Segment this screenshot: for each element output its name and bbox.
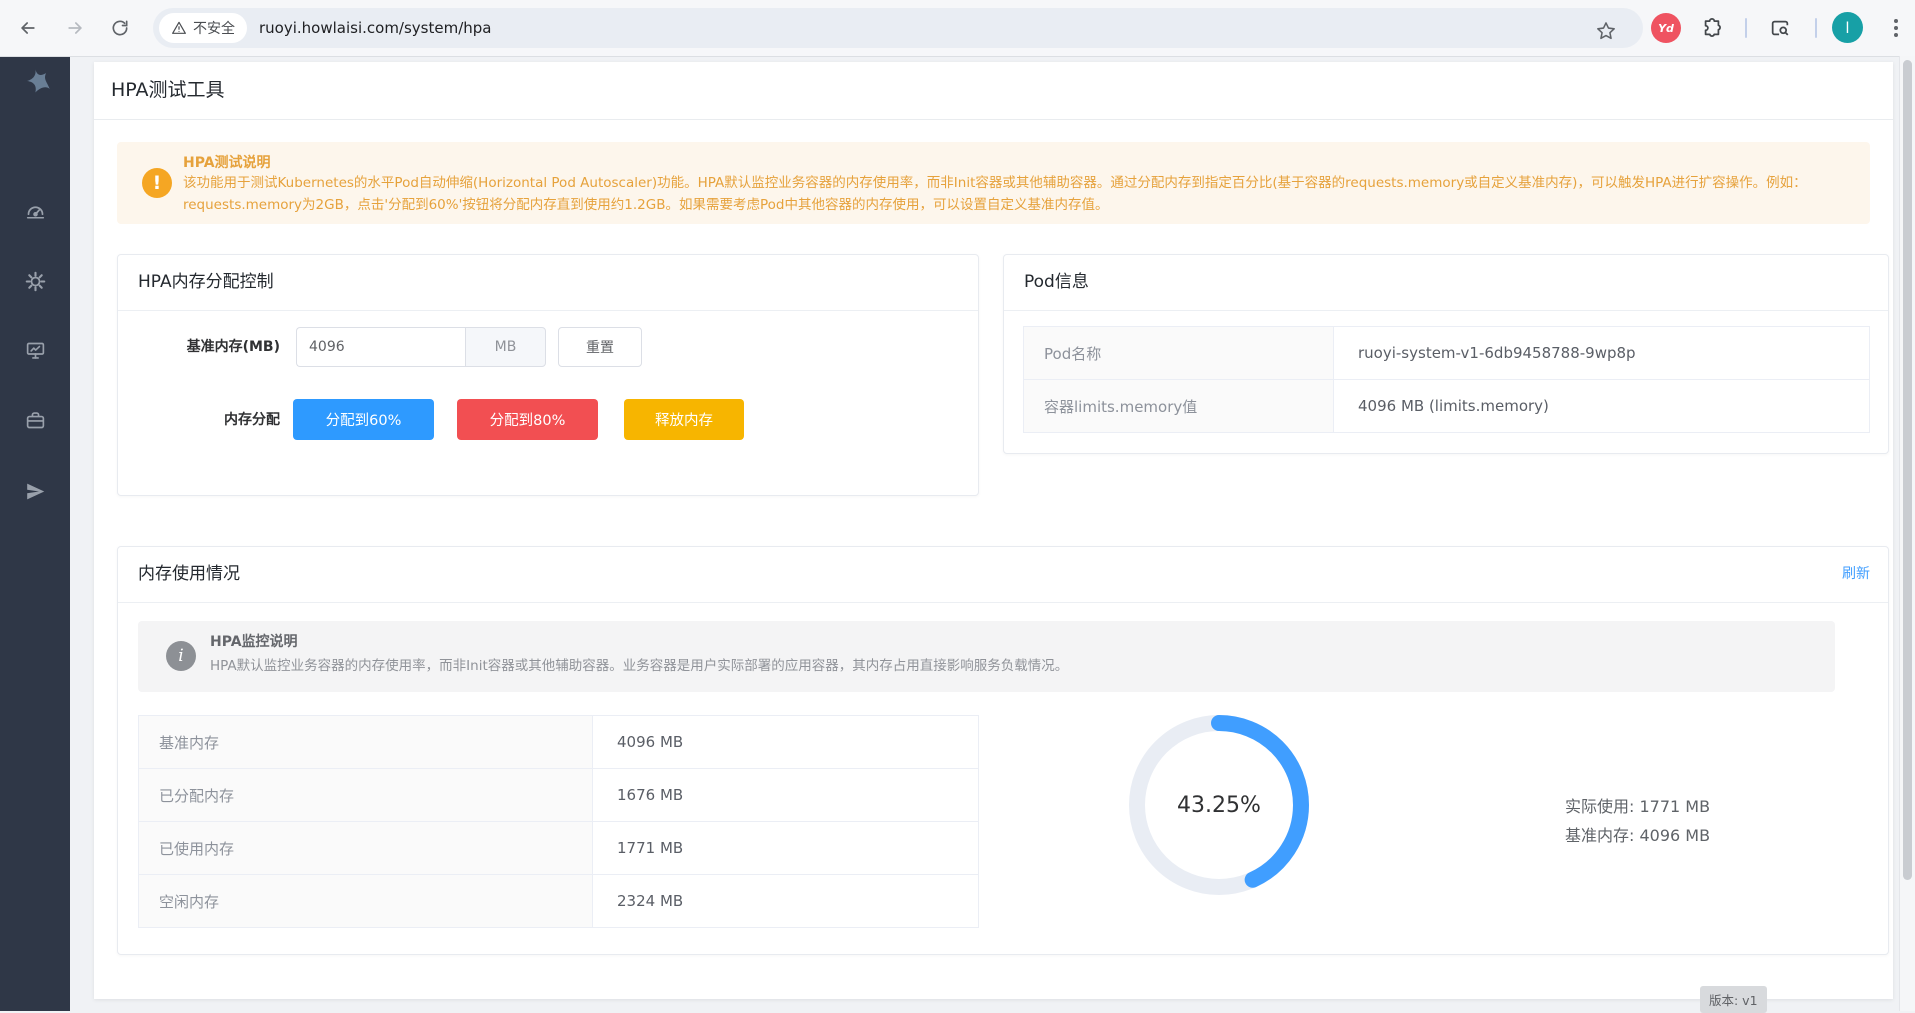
sidebar-item-settings[interactable]	[24, 270, 46, 292]
browser-scrollbar[interactable]	[1899, 56, 1915, 1011]
pod-info-table: Pod名称 ruoyi-system-v1-6db9458788-9wp8p 容…	[1023, 326, 1870, 433]
legend-base-memory: 基准内存: 4096 MB	[1565, 821, 1710, 850]
reload-button[interactable]	[105, 13, 135, 43]
pod-info-card: Pod信息 Pod名称 ruoyi-system-v1-6db9458788-9…	[1003, 254, 1889, 454]
site-security-chip[interactable]: 不安全	[159, 13, 247, 43]
info-circle-icon: i	[166, 641, 196, 671]
kebab-icon	[1894, 19, 1898, 23]
version-badge: 版本: v1	[1700, 986, 1767, 1013]
forward-icon	[65, 18, 85, 38]
panel-header: HPA测试工具	[94, 62, 1893, 120]
app-sidebar	[0, 56, 70, 1011]
browser-toolbar: 不安全 ruoyi.howlaisi.com/system/hpa Yd l	[0, 0, 1915, 57]
browser-menu-button[interactable]	[1888, 15, 1904, 41]
warning-triangle-icon	[171, 20, 187, 36]
gauge-legend: 实际使用: 1771 MB 基准内存: 4096 MB	[1565, 792, 1710, 850]
sidebar-item-projects[interactable]	[24, 409, 46, 431]
hpa-warning-alert: ! HPA测试说明 该功能用于测试Kubernetes的水平Pod自动伸缩(Ho…	[117, 142, 1870, 224]
table-row: 已分配内存 1676 MB	[139, 769, 978, 822]
page-search-icon	[1769, 17, 1791, 39]
pod-info-title: Pod信息	[1024, 255, 1089, 310]
memory-usage-title: 内存使用情况	[138, 547, 240, 602]
extensions-button[interactable]	[1698, 14, 1726, 42]
memory-control-title: HPA内存分配控制	[138, 255, 274, 310]
info-title: HPA监控说明	[210, 631, 298, 651]
limits-memory-label: 容器limits.memory值	[1024, 380, 1334, 432]
memory-control-card: HPA内存分配控制 基准内存(MB) MB 重置 内存分配 分配到60% 分配到…	[117, 254, 979, 496]
reset-button[interactable]: 重置	[558, 327, 642, 367]
table-row: 空闲内存 2324 MB	[139, 875, 978, 928]
memory-usage-gauge: 43.25%	[1119, 705, 1319, 905]
table-row: 容器limits.memory值 4096 MB (limits.memory)	[1024, 380, 1869, 433]
base-memory-label: 基准内存(MB)	[118, 337, 280, 357]
hpa-monitor-info-alert: i HPA监控说明 HPA默认监控业务容器的内存使用率，而非Init容器或其他辅…	[138, 621, 1835, 692]
puzzle-icon	[1701, 17, 1723, 39]
sidebar-item-monitor[interactable]	[24, 339, 46, 361]
back-icon	[18, 18, 38, 38]
allocated-memory-row-value: 1676 MB	[593, 769, 978, 821]
base-memory-row-value: 4096 MB	[593, 716, 978, 768]
url-text[interactable]: ruoyi.howlaisi.com/system/hpa	[259, 19, 492, 37]
gauge-percent-label: 43.25%	[1119, 705, 1319, 905]
extension-yd-button[interactable]: Yd	[1651, 13, 1681, 43]
bookmark-button[interactable]	[1591, 16, 1621, 46]
memory-usage-header: 内存使用情况 刷新	[118, 547, 1888, 603]
sidebar-item-send[interactable]	[24, 480, 46, 502]
sidebar-item-dashboard[interactable]	[24, 201, 46, 223]
allocate-60-button[interactable]: 分配到60%	[293, 399, 434, 440]
app-logo[interactable]	[16, 64, 54, 102]
profile-avatar[interactable]: l	[1832, 12, 1863, 43]
scrollbar-thumb[interactable]	[1903, 60, 1912, 880]
address-bar[interactable]: 不安全 ruoyi.howlaisi.com/system/hpa	[153, 8, 1643, 48]
security-label: 不安全	[193, 18, 235, 38]
kebab-icon	[1894, 26, 1898, 30]
back-button[interactable]	[13, 13, 43, 43]
star-icon	[1595, 20, 1617, 42]
info-body: HPA默认监控业务容器的内存使用率，而非Init容器或其他辅助容器。业务容器是用…	[210, 654, 1068, 674]
avatar-letter: l	[1845, 19, 1849, 37]
kebab-icon	[1894, 33, 1898, 37]
toolbar-divider-2	[1815, 18, 1817, 38]
page-title: HPA测试工具	[111, 62, 225, 119]
limits-memory-value: 4096 MB (limits.memory)	[1334, 380, 1869, 432]
pod-info-header: Pod信息	[1004, 255, 1888, 311]
monitor-chart-icon	[25, 340, 46, 361]
gear-icon	[25, 271, 46, 292]
table-row: 基准内存 4096 MB	[139, 716, 978, 769]
hpa-tool-panel: HPA测试工具 ! HPA测试说明 该功能用于测试Kubernetes的水平Po…	[94, 62, 1893, 999]
base-memory-row-label: 基准内存	[139, 716, 593, 768]
paper-plane-icon	[25, 481, 46, 502]
memory-usage-card: 内存使用情况 刷新 i HPA监控说明 HPA默认监控业务容器的内存使用率，而非…	[117, 546, 1889, 955]
briefcase-icon	[25, 410, 46, 431]
warning-title: HPA测试说明	[183, 152, 271, 172]
pod-name-value: ruoyi-system-v1-6db9458788-9wp8p	[1334, 327, 1869, 379]
release-memory-button[interactable]: 释放内存	[624, 399, 744, 440]
base-memory-input[interactable]	[296, 327, 466, 367]
memory-control-header: HPA内存分配控制	[118, 255, 978, 311]
allocate-80-button[interactable]: 分配到80%	[457, 399, 598, 440]
memory-usage-table: 基准内存 4096 MB 已分配内存 1676 MB 已使用内存 1771 MB…	[138, 715, 979, 928]
legend-actual-usage: 实际使用: 1771 MB	[1565, 792, 1710, 821]
exclamation-circle-icon: !	[142, 168, 172, 198]
free-memory-row-label: 空闲内存	[139, 875, 593, 927]
pod-name-label: Pod名称	[1024, 327, 1334, 379]
refresh-link[interactable]: 刷新	[1842, 547, 1870, 602]
memory-unit-addon: MB	[465, 327, 546, 367]
warning-body: 该功能用于测试Kubernetes的水平Pod自动伸缩(Horizontal P…	[183, 173, 1852, 216]
table-row: Pod名称 ruoyi-system-v1-6db9458788-9wp8p	[1024, 327, 1869, 380]
extension-badge-label: Yd	[1658, 22, 1674, 35]
table-row: 已使用内存 1771 MB	[139, 822, 978, 875]
used-memory-row-value: 1771 MB	[593, 822, 978, 874]
used-memory-row-label: 已使用内存	[139, 822, 593, 874]
allocated-memory-row-label: 已分配内存	[139, 769, 593, 821]
reload-icon	[110, 18, 130, 38]
forward-button[interactable]	[60, 13, 90, 43]
free-memory-row-value: 2324 MB	[593, 875, 978, 927]
allocation-label: 内存分配	[118, 410, 280, 430]
speedometer-icon	[25, 202, 46, 223]
toolbar-divider	[1745, 18, 1747, 38]
search-tabs-button[interactable]	[1766, 14, 1794, 42]
